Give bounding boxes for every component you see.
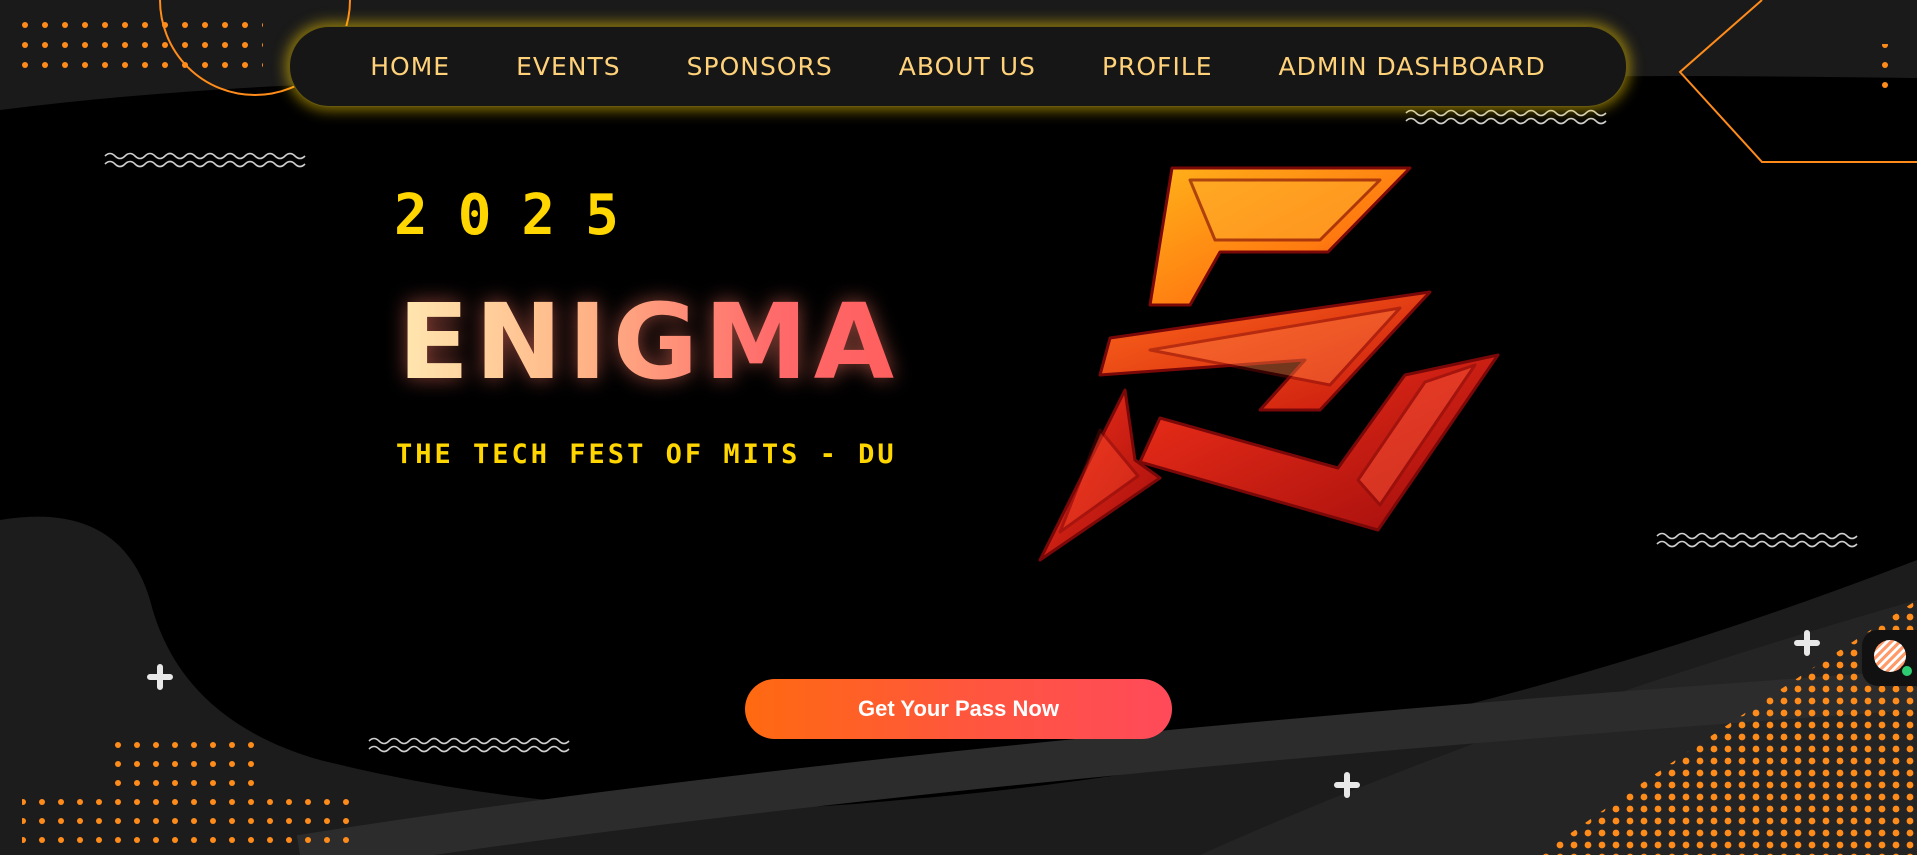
- dot-grid-top-right: [1872, 44, 1902, 100]
- nav-link-home[interactable]: HOME: [370, 52, 450, 81]
- hero-year: 2025: [394, 183, 649, 248]
- dot-grid-top-left: [8, 18, 263, 80]
- nav-link-about-us[interactable]: ABOUT US: [899, 52, 1036, 81]
- get-pass-button[interactable]: Get Your Pass Now: [745, 679, 1172, 739]
- wave-lines-bottom: [368, 737, 570, 753]
- nav-link-admin-dashboard[interactable]: ADMIN DASHBOARD: [1279, 52, 1546, 81]
- wave-lines-right: [1656, 532, 1858, 548]
- nav-link-events[interactable]: EVENTS: [516, 52, 621, 81]
- main-navigation: HOME EVENTS SPONSORS ABOUT US PROFILE AD…: [289, 26, 1627, 107]
- hero-tagline: THE TECH FEST OF MITS - DU: [396, 439, 897, 470]
- nav-link-sponsors[interactable]: SPONSORS: [687, 52, 833, 81]
- wave-lines-top-right: [1405, 109, 1607, 125]
- dot-grid-bottom-left-2: [22, 789, 352, 855]
- wave-lines-top-left: [104, 152, 306, 168]
- online-status-dot: [1900, 664, 1914, 678]
- dot-grid-bottom-left-1: [102, 733, 262, 793]
- chat-widget-button[interactable]: [1862, 630, 1917, 686]
- hero-title: ENIGMA: [398, 281, 901, 403]
- nav-link-profile[interactable]: PROFILE: [1102, 52, 1213, 81]
- enigma-e-logo-icon: [1038, 166, 1500, 562]
